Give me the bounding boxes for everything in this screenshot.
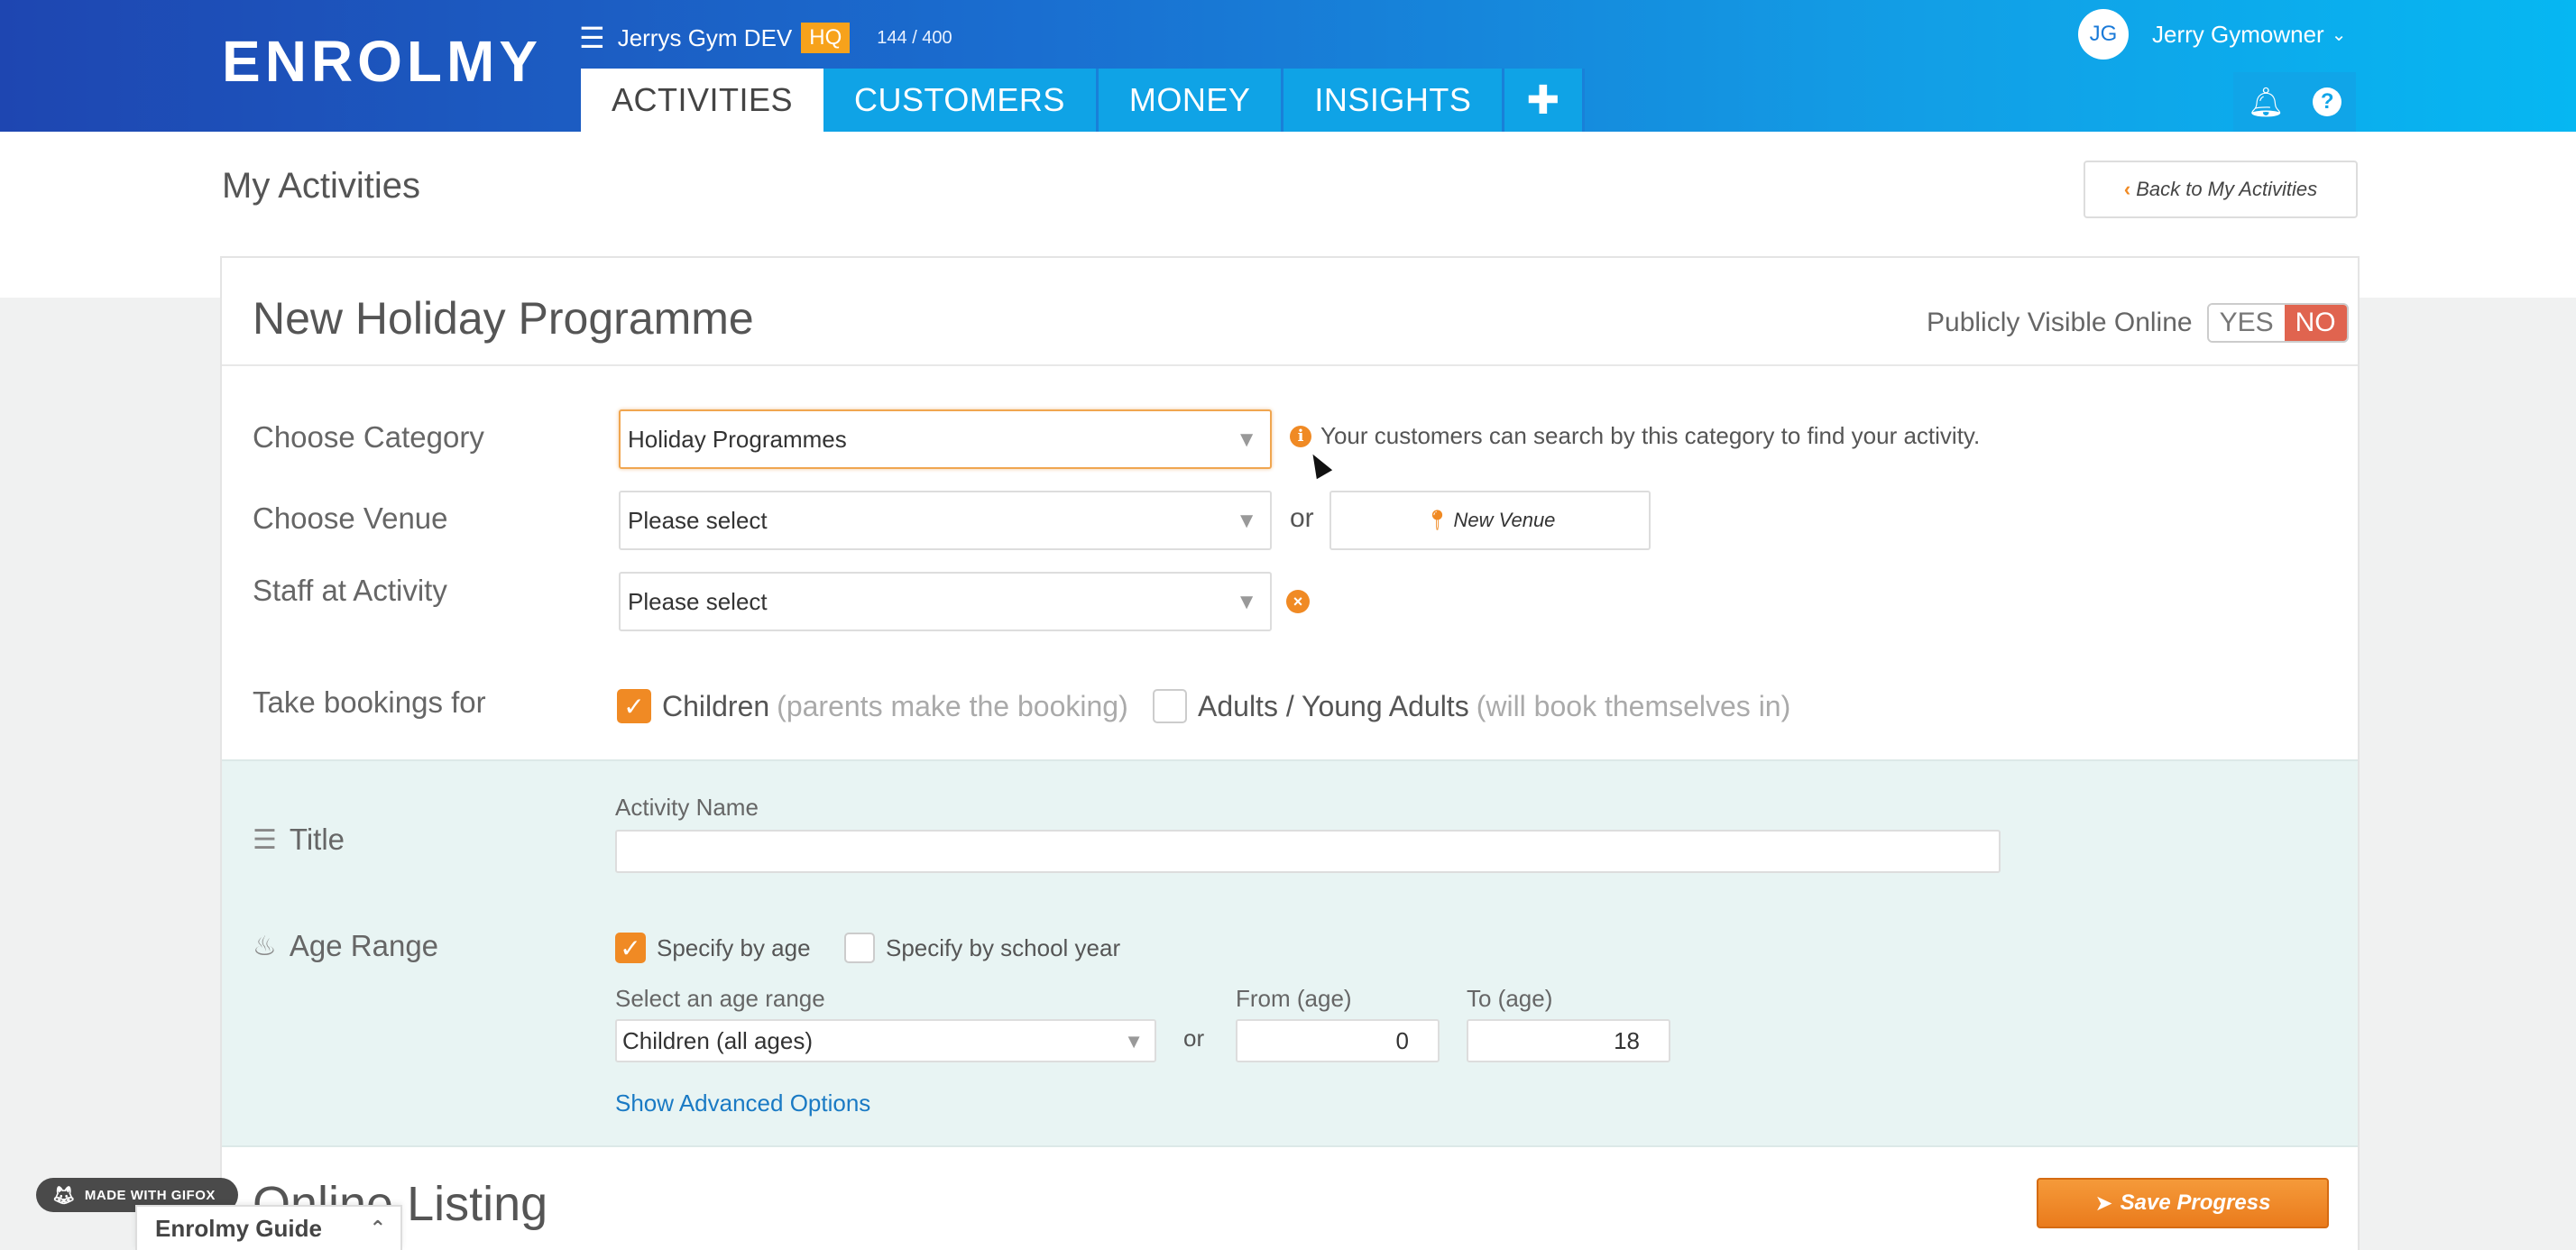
category-info-text: Your customers can search by this catego… xyxy=(1320,422,1981,449)
age-label: Age Range xyxy=(289,929,439,962)
category-value: Holiday Programmes xyxy=(628,425,847,453)
align-left-icon: ☰ xyxy=(253,824,277,855)
category-label: Choose Category xyxy=(253,420,484,454)
back-button[interactable]: ‹ Back to My Activities xyxy=(2084,161,2358,218)
help-icon[interactable]: ? xyxy=(2313,87,2342,116)
children-label: Children xyxy=(662,689,770,722)
title-section-label: ☰ Title xyxy=(253,823,345,857)
tab-money[interactable]: MONEY xyxy=(1098,69,1284,132)
chevron-down-icon: ▼ xyxy=(1236,590,1257,614)
remove-staff-icon[interactable]: × xyxy=(1286,590,1310,613)
adults-checkbox[interactable]: Adults / Young Adults (will book themsel… xyxy=(1153,689,1790,723)
staff-select[interactable]: Please select ▼ xyxy=(619,572,1272,631)
menu-icon[interactable]: ☰ xyxy=(579,23,605,52)
divider xyxy=(222,364,2358,366)
checkbox-empty-icon[interactable] xyxy=(1153,689,1187,723)
category-info: i Your customers can search by this cate… xyxy=(1290,422,1980,450)
new-venue-label: New Venue xyxy=(1453,509,1556,531)
map-pin-icon: 📍︎ xyxy=(1424,509,1450,531)
bookings-label: Take bookings for xyxy=(253,685,486,719)
specify-by-school-checkbox[interactable]: Specify by school year xyxy=(844,933,1120,963)
bell-icon[interactable]: 🔔︎ xyxy=(2248,85,2285,119)
age-range-label: Select an age range xyxy=(615,985,825,1012)
top-bar: ENROLMY ☰ Jerrys Gym DEV HQ 144 / 400 AC… xyxy=(0,0,2576,132)
children-sub: (parents make the booking) xyxy=(777,689,1128,722)
tab-insights[interactable]: INSIGHTS xyxy=(1283,69,1505,132)
to-age-label: To (age) xyxy=(1467,985,1553,1012)
org-name[interactable]: Jerrys Gym DEV xyxy=(618,24,793,52)
enrolmy-guide-widget[interactable]: Enrolmy Guide ⌃ xyxy=(135,1205,402,1250)
plus-icon[interactable]: ✚ xyxy=(1504,69,1585,132)
enrolmy-logo[interactable]: ENROLMY xyxy=(222,32,542,90)
venue-label: Choose Venue xyxy=(253,501,448,535)
back-button-label: Back to My Activities xyxy=(2136,178,2318,200)
form-title: New Holiday Programme xyxy=(253,293,754,344)
arrow-right-icon: ➤ xyxy=(2094,1190,2113,1216)
visibility-toggle-group: Publicly Visible Online YES NO xyxy=(1927,303,2349,343)
specify-by-age-label: Specify by age xyxy=(657,933,811,961)
show-advanced-options-link[interactable]: Show Advanced Options xyxy=(615,1089,870,1117)
specify-by-age-checkbox[interactable]: ✓ Specify by age xyxy=(615,933,811,963)
main-nav-tabs: ACTIVITIES CUSTOMERS MONEY INSIGHTS ✚ xyxy=(581,69,1585,132)
checkbox-checked-icon[interactable]: ✓ xyxy=(617,689,651,723)
chevron-down-icon: ▼ xyxy=(1236,509,1257,533)
activity-form-card: New Holiday Programme Publicly Visible O… xyxy=(220,256,2360,1250)
venue-value: Please select xyxy=(628,506,768,534)
children-checkbox[interactable]: ✓ Children (parents make the booking) xyxy=(617,689,1128,723)
age-range-select[interactable]: Children (all ages) ▼ xyxy=(615,1019,1156,1062)
page-title: My Activities xyxy=(222,166,421,206)
birthday-cake-icon: ♨ xyxy=(253,931,277,961)
chevron-down-icon[interactable]: ⌄ xyxy=(2332,23,2347,46)
or-label: or xyxy=(1183,1025,1205,1052)
hq-badge: HQ xyxy=(801,23,851,53)
save-progress-button[interactable]: ➤ Save Progress xyxy=(2037,1178,2329,1228)
category-select[interactable]: Holiday Programmes ▼ xyxy=(619,409,1272,469)
details-section: ☰ Title Activity Name ♨ Age Range ✓ Spec… xyxy=(222,759,2358,1147)
checkbox-checked-icon[interactable]: ✓ xyxy=(615,933,646,963)
specify-by-school-label: Specify by school year xyxy=(886,933,1121,961)
chevron-up-icon[interactable]: ⌃ xyxy=(370,1217,386,1240)
from-age-input[interactable]: 0 xyxy=(1236,1019,1440,1062)
adults-label: Adults / Young Adults xyxy=(1198,689,1469,722)
avatar[interactable]: JG xyxy=(2078,9,2129,60)
info-icon: i xyxy=(1290,425,1311,447)
tab-customers[interactable]: CUSTOMERS xyxy=(823,69,1099,132)
chevron-down-icon: ▼ xyxy=(1124,1030,1144,1052)
activity-name-input[interactable] xyxy=(615,830,2001,873)
from-age-label: From (age) xyxy=(1236,985,1352,1012)
age-range-value: Children (all ages) xyxy=(622,1026,813,1054)
staff-value: Please select xyxy=(628,587,768,615)
age-section-label: ♨ Age Range xyxy=(253,929,438,963)
guide-label: Enrolmy Guide xyxy=(155,1214,322,1242)
visibility-label: Publicly Visible Online xyxy=(1927,308,2193,337)
user-menu[interactable]: JG Jerry Gymowner ⌄ xyxy=(2078,9,2346,60)
or-label: or xyxy=(1290,503,1314,533)
save-progress-label: Save Progress xyxy=(2120,1190,2271,1215)
visibility-yes[interactable]: YES xyxy=(2208,305,2285,341)
org-switcher[interactable]: ☰ Jerrys Gym DEV HQ 144 / 400 xyxy=(579,22,952,54)
chevron-left-icon: ‹ xyxy=(2123,178,2131,200)
title-label: Title xyxy=(289,823,345,856)
tab-activities[interactable]: ACTIVITIES xyxy=(581,69,824,132)
staff-label: Staff at Activity xyxy=(253,574,447,607)
gifox-label: MADE WITH GIFOX xyxy=(84,1187,216,1203)
chevron-down-icon: ▼ xyxy=(1236,427,1257,452)
checkbox-empty-icon[interactable] xyxy=(844,933,875,963)
quota-counter: 144 / 400 xyxy=(877,27,952,48)
fox-icon: 🦊︎ xyxy=(52,1185,76,1206)
adults-sub: (will book themselves in) xyxy=(1476,689,1791,722)
venue-select[interactable]: Please select ▼ xyxy=(619,491,1272,550)
visibility-toggle[interactable]: YES NO xyxy=(2206,303,2349,343)
activity-name-label: Activity Name xyxy=(615,794,759,821)
user-name[interactable]: Jerry Gymowner xyxy=(2152,21,2324,49)
to-age-input[interactable]: 18 xyxy=(1467,1019,1670,1062)
visibility-no[interactable]: NO xyxy=(2284,305,2347,341)
new-venue-button[interactable]: 📍︎ New Venue xyxy=(1329,491,1651,550)
top-icon-group: 🔔︎ ? xyxy=(2233,72,2356,132)
